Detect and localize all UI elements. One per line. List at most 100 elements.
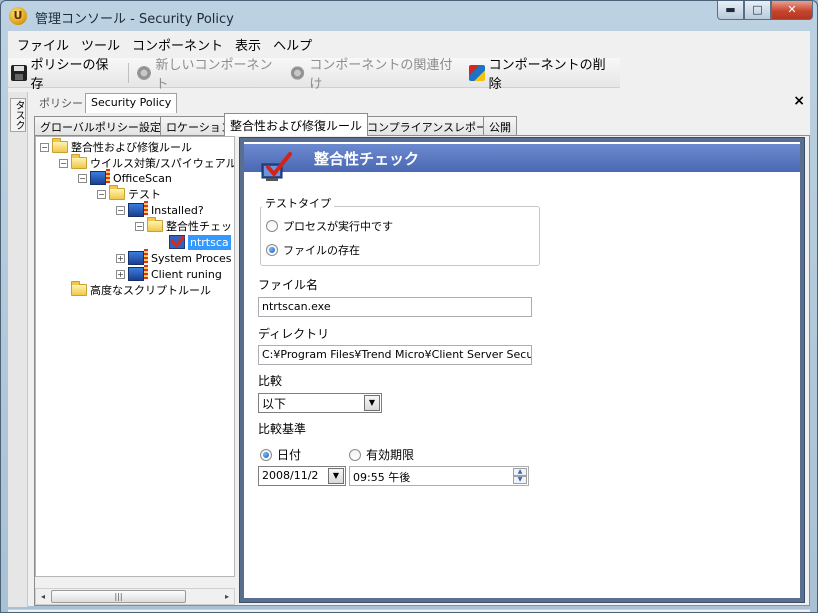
delete-component-button[interactable]: コンポーネントの削除 — [466, 58, 620, 92]
component-icon — [135, 64, 152, 81]
title-bar[interactable]: U 管理コンソール - Security Policy ▬ □ ✕ — [1, 1, 817, 31]
tree-node-label: System Proces — [151, 251, 232, 265]
spin-down-icon[interactable]: ▼ — [513, 476, 527, 484]
tree-node-label: テスト — [128, 188, 161, 201]
date-value: 2008/11/2 — [262, 469, 319, 482]
task-side-panel: タスク — [8, 92, 28, 607]
tab-integrity-rules[interactable]: 整合性および修復ルール — [224, 113, 369, 136]
tree-node-label: Installed? — [151, 203, 204, 217]
associate-component-label: コンポーネントの関連付け — [309, 57, 453, 92]
link-component-icon — [289, 64, 306, 81]
time-spinner[interactable]: ▲ ▼ — [513, 468, 527, 484]
folder-icon — [52, 138, 68, 153]
task-tab[interactable]: タスク — [10, 98, 26, 132]
collapse-icon[interactable]: − — [78, 173, 87, 183]
client-area: ファイル ツール コンポーネント 表示 ヘルプ ポリシーの保存 新しいコンポーネ… — [8, 31, 810, 612]
collapse-icon[interactable]: − — [135, 221, 144, 231]
time-value: 09:55 午後 — [353, 471, 411, 484]
radio-label: ファイルの存在 — [283, 244, 360, 257]
chevron-down-icon[interactable]: ▼ — [364, 395, 380, 411]
collapse-icon[interactable]: − — [116, 205, 125, 215]
file-name-label: ファイル名 — [258, 278, 319, 292]
tree-node-label: Client runing — [151, 267, 222, 281]
tree-node-label: ウイルス対策/スパイウェアル — [90, 157, 235, 170]
tree-node[interactable]: + System Proces — [116, 249, 232, 266]
rule-tree: − 整合性および修復ルール − ウイルス対策/スパイウェアル − OfficeS… — [35, 136, 235, 577]
radio-button[interactable] — [260, 448, 272, 461]
tree-node[interactable]: + Client runing — [116, 265, 222, 282]
tree-node[interactable]: − ウイルス対策/スパイウェアル — [59, 154, 235, 171]
scroll-right-icon[interactable]: ▸ — [220, 589, 234, 604]
collapse-icon[interactable]: − — [59, 158, 68, 168]
scroll-left-icon[interactable]: ◂ — [36, 589, 50, 604]
app-icon: U — [9, 7, 27, 25]
integrity-check-icon — [261, 152, 292, 181]
scrollbar-thumb[interactable]: ||| — [51, 590, 186, 603]
close-document-icon[interactable]: × — [793, 93, 805, 109]
close-button[interactable]: ✕ — [771, 1, 813, 20]
directory-field[interactable]: C:¥Program Files¥Trend Micro¥Client Serv… — [258, 345, 532, 365]
comparison-select[interactable]: 以下 ▼ — [258, 393, 382, 413]
spin-up-icon[interactable]: ▲ — [513, 468, 527, 476]
tab-publish[interactable]: 公開 — [483, 116, 517, 135]
radio-expiration[interactable]: 有効期限 — [349, 446, 414, 463]
radio-label: 日付 — [277, 448, 302, 462]
collapse-icon[interactable]: − — [40, 142, 49, 152]
date-picker[interactable]: 2008/11/2 ▼ — [258, 466, 346, 486]
associate-component-button[interactable]: コンポーネントの関連付け — [287, 58, 466, 92]
expand-icon[interactable]: + — [116, 269, 125, 279]
toolbar: ポリシーの保存 新しいコンポーネント コンポーネントの関連付け コンポーネントの… — [8, 58, 620, 92]
time-picker[interactable]: 09:55 午後 ▲ ▼ — [349, 466, 529, 486]
radio-file-exists[interactable]: ファイルの存在 — [266, 242, 360, 258]
file-name-field[interactable]: ntrtscan.exe — [258, 297, 532, 317]
tree-node[interactable]: − 整合性チェッ — [135, 217, 232, 234]
computer-icon — [90, 169, 110, 185]
computer-icon — [128, 249, 148, 265]
tree-node-selected[interactable]: ntrtsca — [169, 234, 231, 250]
radio-button[interactable] — [266, 244, 278, 256]
radio-label: プロセスが実行中です — [283, 220, 393, 233]
radio-date[interactable]: 日付 — [260, 446, 301, 463]
folder-icon — [71, 281, 87, 296]
floppy-disk-icon — [11, 64, 27, 81]
checkmark-icon — [169, 235, 185, 249]
app-window: U 管理コンソール - Security Policy ▬ □ ✕ ファイル ツ… — [0, 0, 818, 613]
comparison-label: 比較 — [258, 374, 283, 388]
toolbar-separator — [127, 62, 129, 83]
new-component-button[interactable]: 新しいコンポーネント — [133, 58, 287, 92]
window-controls: ▬ □ ✕ — [717, 1, 813, 21]
maximize-button[interactable]: □ — [744, 1, 771, 20]
panel-header: 整合性チェック — [244, 144, 800, 181]
save-policy-button[interactable]: ポリシーの保存 — [8, 58, 124, 92]
tree-node[interactable]: − テスト — [97, 185, 161, 202]
delete-component-label: コンポーネントの削除 — [488, 57, 606, 92]
directory-label: ディレクトリ — [258, 327, 330, 341]
panel-title: 整合性チェック — [314, 150, 420, 168]
folder-icon — [109, 185, 125, 200]
radio-process-running[interactable]: プロセスが実行中です — [266, 218, 393, 234]
computer-icon — [128, 201, 148, 217]
integrity-check-panel: 整合性チェック テストタイプ プロセスが実行中です ファイルの存在 ファイル名 … — [244, 142, 800, 598]
tab-global-policy[interactable]: グローバルポリシー設定 — [34, 116, 167, 135]
expand-icon[interactable]: + — [116, 253, 125, 263]
radio-label: 有効期限 — [366, 448, 415, 462]
tree-node-label: 整合性および修復ルール — [71, 141, 192, 154]
policy-document-tab[interactable]: Security Policy — [85, 93, 178, 113]
status-bar — [8, 609, 810, 612]
collapse-icon[interactable]: − — [97, 189, 106, 199]
folder-icon — [147, 217, 163, 232]
radio-button[interactable] — [349, 448, 361, 461]
tree-horizontal-scrollbar[interactable]: ◂ ||| ▸ — [35, 588, 235, 605]
new-component-label: 新しいコンポーネント — [155, 57, 273, 92]
tree-node[interactable]: − OfficeScan — [78, 169, 172, 186]
tree-node-label: 高度なスクリプトルール — [90, 284, 211, 297]
tree-node[interactable]: − 整合性および修復ルール — [40, 138, 192, 155]
tree-node[interactable]: 高度なスクリプトルール — [71, 281, 211, 298]
tree-node-label: 整合性チェッ — [166, 220, 232, 233]
minimize-button[interactable]: ▬ — [717, 1, 744, 20]
radio-button[interactable] — [266, 220, 278, 232]
comparison-basis-label: 比較基準 — [258, 422, 307, 436]
tree-node[interactable]: − Installed? — [116, 201, 204, 218]
calendar-dropdown-icon[interactable]: ▼ — [328, 468, 344, 484]
tree-node-label: OfficeScan — [113, 171, 172, 185]
